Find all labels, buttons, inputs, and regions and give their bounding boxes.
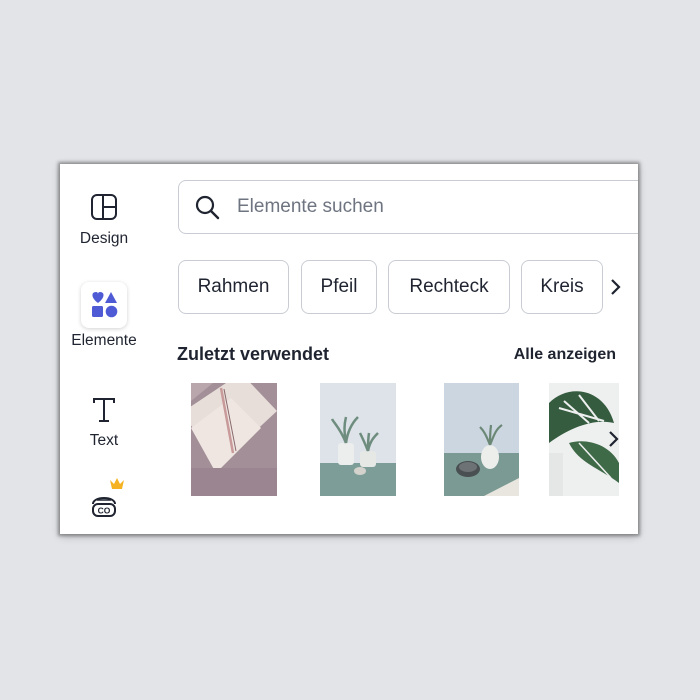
sidebar-item-label: Text bbox=[89, 432, 119, 449]
search-box[interactable] bbox=[178, 180, 638, 234]
chevron-right-icon[interactable] bbox=[600, 424, 626, 454]
search-icon bbox=[193, 193, 221, 221]
text-icon bbox=[81, 392, 127, 428]
chip-kreis[interactable]: Kreis bbox=[521, 260, 603, 314]
chip-rahmen[interactable]: Rahmen bbox=[178, 260, 289, 314]
chip-pfeil[interactable]: Pfeil bbox=[301, 260, 377, 314]
brand-kit-icon: CO bbox=[81, 478, 127, 528]
sidebar-item-label: Design bbox=[79, 230, 129, 247]
sidebar-item-text[interactable]: Text bbox=[60, 392, 148, 450]
sidebar-item-elemente[interactable]: Elemente bbox=[60, 282, 148, 350]
chip-rechteck[interactable]: Rechteck bbox=[388, 260, 510, 314]
chevron-right-icon[interactable] bbox=[600, 260, 630, 314]
sidebar-item-design[interactable]: Design bbox=[60, 188, 148, 248]
shapes-icon bbox=[81, 282, 127, 328]
see-all-link[interactable]: Alle anzeigen bbox=[514, 346, 616, 364]
sidebar-item-label: Elemente bbox=[71, 332, 137, 349]
sidebar: Design Elemente Text CO bbox=[60, 164, 148, 534]
section-title: Zuletzt verwendet bbox=[177, 344, 330, 364]
premium-crown-icon bbox=[110, 478, 124, 489]
svg-text:CO: CO bbox=[98, 506, 111, 516]
layout-icon bbox=[81, 188, 127, 226]
sidebar-item-brand[interactable]: CO bbox=[60, 478, 148, 528]
elements-panel: Design Elemente Text CO Elemente suchen … bbox=[60, 164, 638, 534]
search-input[interactable] bbox=[235, 195, 579, 219]
thumbnail-plant-vase[interactable] bbox=[444, 383, 519, 496]
thumbnail-notebook[interactable] bbox=[191, 383, 277, 496]
thumbnail-succulents[interactable] bbox=[320, 383, 396, 496]
